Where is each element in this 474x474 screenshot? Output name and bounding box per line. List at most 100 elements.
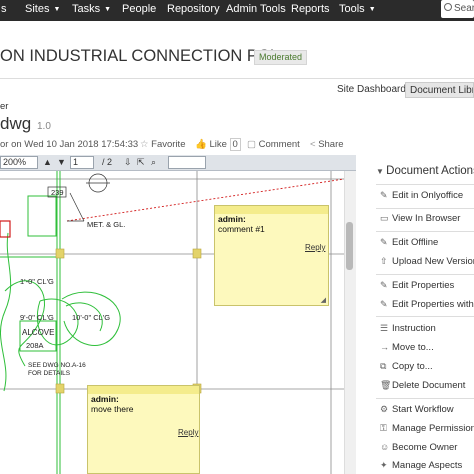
select-tool-icon[interactable]: ⇱ [137, 157, 145, 168]
drawing-label-met: MET. & GL. [87, 220, 125, 229]
action-move-to[interactable]: → Move to... [380, 342, 434, 353]
nav-tasks[interactable]: Tasks ▼ [72, 3, 111, 15]
zoom-select[interactable]: 200% [0, 156, 38, 169]
resize-handle-icon[interactable]: ◢ [321, 296, 326, 304]
document-name: dwg [0, 114, 32, 133]
viewer-search-input[interactable] [168, 156, 206, 169]
annotation-note[interactable]: admin: move there Reply [87, 385, 200, 474]
comment-icon: ▢ [247, 139, 259, 150]
note-reply-link[interactable]: Reply [178, 428, 198, 437]
share-icon: < [310, 139, 319, 150]
chevron-down-icon: ▼ [104, 6, 112, 13]
action-edit-offline[interactable]: ✎ Edit Offline [380, 237, 438, 248]
action-label: Upload New Version [392, 256, 474, 267]
document-actions-header[interactable]: ▼ Document Actions [376, 165, 474, 177]
chevron-down-icon: ▼ [53, 6, 61, 13]
site-title[interactable]: ON INDUSTRIAL CONNECTION PCL. [0, 47, 284, 66]
scrollbar-thumb[interactable] [346, 222, 353, 270]
nav-admin-tools[interactable]: Admin Tools [226, 3, 286, 15]
action-label: View In Browser [392, 213, 461, 224]
pencil-icon: ✎ [380, 190, 388, 200]
drawing-label-alcove: ALCOVE [22, 328, 54, 337]
top-navigation-bar: s Sites ▼ Tasks ▼ People Repository Admin … [0, 0, 474, 21]
divider [376, 316, 474, 317]
document-actions-panel: ▼ Document Actions ✎ Edit in Onlyoffice ▭… [371, 158, 474, 474]
action-view-in-browser[interactable]: ▭ View In Browser [380, 213, 460, 224]
tab-document-library[interactable]: Document Libra [405, 82, 474, 98]
search-icon[interactable]: ⌕ [151, 157, 156, 168]
nav-menu-partial[interactable]: s [1, 3, 7, 15]
nav-sites-label: Sites [25, 3, 50, 15]
action-start-workflow[interactable]: ⚙ Start Workflow [380, 404, 454, 415]
action-manage-aspects[interactable]: ✦ Manage Aspects [380, 460, 462, 471]
comment-button[interactable]: ▢ Comment [247, 139, 300, 150]
page-total: / 2 [102, 157, 113, 167]
search-icon [444, 3, 452, 11]
action-label: Become Owner [392, 442, 458, 453]
action-label: Edit Offline [392, 237, 439, 248]
header-divider [0, 78, 474, 79]
divider [376, 231, 474, 232]
document-version: 1.0 [37, 121, 51, 132]
favorite-button[interactable]: ☆ Favorite [140, 139, 185, 150]
action-label: Move to... [392, 342, 434, 353]
action-edit-properties-with[interactable]: ✎ Edit Properties with [380, 299, 474, 310]
action-copy-to[interactable]: ⧉ Copy to... [380, 361, 433, 372]
action-label: Manage Permissions [392, 423, 474, 434]
drawing-label-239: 239 [51, 188, 64, 197]
page-number-input[interactable]: 1 [70, 156, 94, 169]
action-label: Edit in Onlyoffice [392, 190, 464, 201]
next-page-icon[interactable]: ▼ [57, 157, 66, 167]
note-reply-link[interactable]: Reply [305, 243, 325, 252]
note-header [88, 386, 199, 394]
action-edit-properties[interactable]: ✎ Edit Properties [380, 280, 454, 291]
nav-reports[interactable]: Reports [291, 3, 330, 15]
note-header [215, 206, 328, 214]
breadcrumb[interactable]: er [0, 101, 8, 112]
drawing-label-208a: 208A [26, 341, 44, 350]
nav-repository[interactable]: Repository [167, 3, 220, 15]
divider [376, 184, 474, 185]
browser-icon: ▭ [380, 213, 389, 223]
nav-tools[interactable]: Tools ▼ [339, 3, 376, 15]
note-author: admin: [218, 214, 246, 224]
document-viewer[interactable]: 239 MET. & GL. 1'-0" CL'G 9'-0" CL'G 10'… [0, 171, 356, 474]
aspects-icon: ✦ [380, 460, 388, 470]
action-edit-onlyoffice[interactable]: ✎ Edit in Onlyoffice [380, 190, 463, 201]
download-icon[interactable]: ⇩ [124, 157, 132, 168]
action-label: Start Workflow [392, 404, 454, 415]
pencil-icon: ✎ [380, 237, 388, 247]
collapse-triangle-icon: ▼ [376, 167, 387, 176]
action-instruction[interactable]: ☰ Instruction [380, 323, 436, 334]
share-label: Share [318, 139, 344, 150]
action-delete-document[interactable]: 🗑Delete Document [380, 380, 465, 391]
nav-sites[interactable]: Sites ▼ [25, 3, 60, 15]
drawing-label-for: FOR DETAILS [28, 370, 71, 377]
like-button[interactable]: 👍 Like 0 [195, 138, 241, 151]
share-button[interactable]: < Share [310, 139, 344, 150]
moderated-badge: Moderated [254, 50, 308, 65]
copy-icon: ⧉ [380, 361, 387, 371]
nav-people[interactable]: People [122, 3, 156, 15]
note-text: comment #1 [218, 224, 265, 234]
favorite-label: Favorite [151, 139, 186, 150]
action-upload-new-version[interactable]: ⇧ Upload New Version [380, 256, 474, 267]
drawing-label-dim1: 1'-0" CL'G [20, 277, 54, 286]
comment-label: Comment [258, 139, 300, 150]
viewer-scrollbar[interactable] [344, 171, 356, 474]
previous-page-icon[interactable]: ▲ [43, 157, 52, 167]
drawing-label-dim3: 10'-0" CL'G [72, 313, 110, 322]
workflow-icon: ⚙ [380, 404, 389, 414]
chevron-down-icon: ▼ [368, 6, 376, 13]
tab-site-dashboard[interactable]: Site Dashboard [333, 82, 410, 98]
divider [376, 208, 474, 209]
trash-icon: 🗑 [380, 380, 392, 390]
key-icon: ⚿ [380, 423, 387, 433]
action-become-owner[interactable]: ☺ Become Owner [380, 442, 457, 453]
action-manage-permissions[interactable]: ⚿ Manage Permissions [380, 423, 474, 434]
annotation-note[interactable]: admin: comment #1 Reply ◢ [214, 205, 329, 306]
nav-tasks-label: Tasks [72, 3, 101, 15]
move-icon: → [380, 342, 389, 352]
action-label: Edit Properties with [392, 299, 474, 310]
document-actions-title: Document Actions [386, 165, 474, 177]
